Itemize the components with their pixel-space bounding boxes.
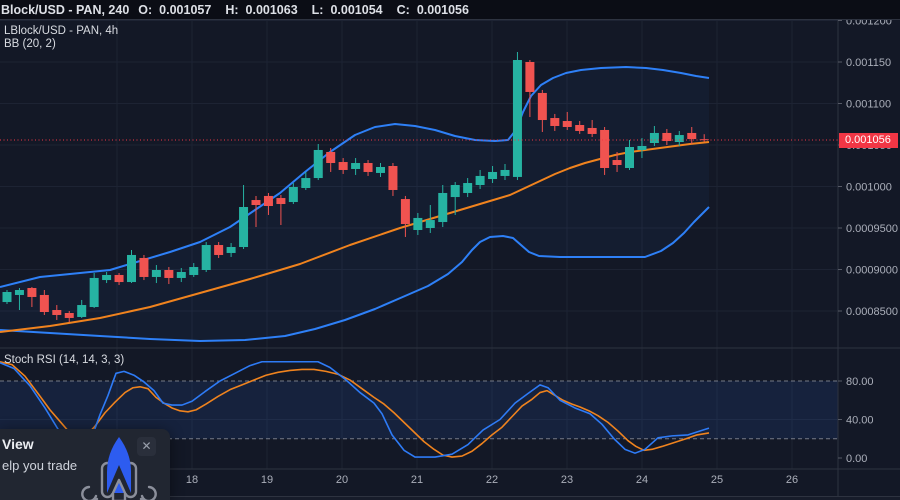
ohlc-close-label: C: 0.001056 xyxy=(396,2,469,17)
rsi-tick-label[interactable]: 0.00 xyxy=(846,453,867,465)
candle-bear xyxy=(550,118,560,126)
popup-subtitle: elp you trade xyxy=(2,458,78,473)
candle-bull xyxy=(77,305,87,317)
candle-bear xyxy=(251,200,261,206)
candle-bear xyxy=(326,151,336,164)
trading-chart-window: 0.0012000.0011500.0011000.0010500.001000… xyxy=(0,0,900,500)
candle-bear xyxy=(276,198,286,205)
candle-bear xyxy=(39,294,49,312)
candle-bull xyxy=(313,149,323,179)
time-tick-label[interactable]: 24 xyxy=(636,474,648,486)
candle-bull xyxy=(500,169,510,176)
chart-canvas[interactable]: 0.0012000.0011500.0011000.0010500.001000… xyxy=(0,0,900,500)
candle-bear xyxy=(338,162,348,170)
candle-bear xyxy=(587,127,597,134)
candle-bull xyxy=(301,178,311,188)
candle-bull xyxy=(14,290,24,295)
candle-bear xyxy=(612,160,622,166)
candle-bull xyxy=(488,171,498,180)
candle-bear xyxy=(600,129,610,168)
candle-bear xyxy=(662,132,672,142)
time-tick-label[interactable]: 18 xyxy=(186,474,198,486)
candle-bull xyxy=(674,135,684,143)
time-tick-label[interactable]: 22 xyxy=(486,474,498,486)
candle-bull xyxy=(425,220,435,229)
candle-bull xyxy=(89,277,99,308)
candle-bull xyxy=(226,247,236,253)
candle-bear xyxy=(525,61,535,92)
candle-bear xyxy=(363,163,373,172)
candle-bull xyxy=(413,217,423,230)
price-tick-label[interactable]: 0.0009500 xyxy=(846,223,898,235)
candle-bull xyxy=(637,145,647,150)
candle-bear xyxy=(114,274,124,283)
price-tick-label[interactable]: 0.001000 xyxy=(846,182,892,194)
candle-bear xyxy=(27,288,37,297)
candle-bull xyxy=(176,271,186,278)
ohlc-low-value: 0.001054 xyxy=(330,2,383,17)
candle-bull xyxy=(201,245,211,270)
price-tick-label[interactable]: 0.001150 xyxy=(846,57,891,69)
candle-bear xyxy=(263,195,273,207)
price-tick-label[interactable]: 0.0008500 xyxy=(846,306,898,318)
candle-bull xyxy=(450,185,460,198)
rocket-illustration xyxy=(81,437,157,500)
candle-bull xyxy=(102,274,112,281)
promo-popup: View elp you trade ✕ xyxy=(0,429,170,500)
candle-bear xyxy=(687,132,697,140)
legend-bb-indicator: BB (20, 2) xyxy=(4,38,56,50)
candle-bull xyxy=(463,183,473,193)
candle-bear xyxy=(139,257,149,277)
ohlc-open-value: 0.001057 xyxy=(159,2,212,17)
time-tick-label[interactable]: 25 xyxy=(711,474,723,486)
candle-bear xyxy=(575,124,585,131)
bb-fill-area xyxy=(0,67,709,341)
time-tick-label[interactable]: 26 xyxy=(786,474,798,486)
candle-bear xyxy=(562,121,572,127)
time-tick-label[interactable]: 21 xyxy=(411,474,423,486)
candle-bull xyxy=(189,267,199,275)
time-tick-label[interactable]: 19 xyxy=(261,474,273,486)
ohlc-close-value: 0.001056 xyxy=(416,2,469,17)
candle-bull xyxy=(239,207,249,248)
candle-bear xyxy=(164,270,174,278)
candle-bull xyxy=(649,132,659,144)
ohlc-open-label: O: 0.001057 xyxy=(138,2,212,17)
candle-bear xyxy=(64,312,74,318)
time-tick-label[interactable]: 23 xyxy=(561,474,573,486)
ohlc-high-value: 0.001063 xyxy=(245,2,298,17)
symbol-title: Block/USD - PAN, 240 xyxy=(1,2,130,17)
candle-bull xyxy=(127,254,136,283)
popup-title: View xyxy=(2,436,34,452)
legend-symbol-interval: LBlock/USD - PAN, 4h xyxy=(4,25,119,37)
last-price-label: 0.001056 xyxy=(839,133,898,148)
candle-bear xyxy=(52,310,62,315)
candle-bear xyxy=(537,92,547,121)
candle-bull xyxy=(625,146,634,168)
candle-bear xyxy=(388,165,398,190)
chart-header: Block/USD - PAN, 240 O: 0.001057 H: 0.0010… xyxy=(0,0,900,20)
candle-bull xyxy=(376,166,385,173)
price-tick-label[interactable]: 0.001100 xyxy=(846,98,891,110)
time-tick-label[interactable]: 20 xyxy=(336,474,348,486)
stoch-rsi-legend: Stoch RSI (14, 14, 3, 3) xyxy=(4,354,125,366)
ohlc-low-label: L: 0.001054 xyxy=(311,2,383,17)
candle-bull xyxy=(351,163,361,169)
ohlc-high-label: H: 0.001063 xyxy=(225,2,298,17)
candle-bull xyxy=(2,291,12,303)
price-tick-label[interactable]: 0.0009000 xyxy=(846,265,898,277)
candle-bull xyxy=(288,186,298,203)
candle-bull xyxy=(475,175,485,186)
candle-bull xyxy=(512,60,522,177)
candle-bear xyxy=(400,199,410,225)
rsi-tick-label[interactable]: 80.00 xyxy=(846,376,874,388)
candle-bull xyxy=(438,192,448,223)
candle-bull xyxy=(151,270,161,277)
main-pane-legend: LBlock/USD - PAN, 4h BB (20, 2) xyxy=(4,25,118,51)
rsi-tick-label[interactable]: 40.00 xyxy=(846,415,874,427)
candle-bear xyxy=(214,245,224,255)
